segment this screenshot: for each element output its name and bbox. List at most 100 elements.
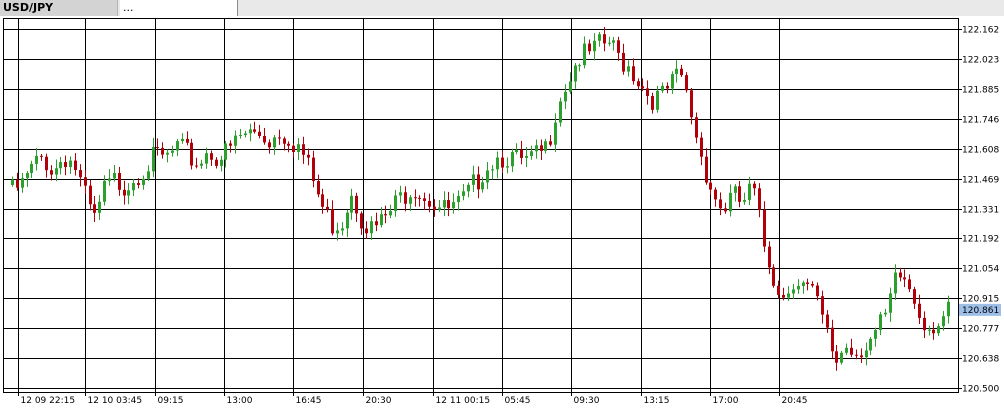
candle-body (278, 137, 281, 139)
candle-body (365, 228, 368, 234)
time-tick-label: 12 10 03:45 (88, 396, 143, 406)
candle-body (205, 153, 208, 164)
candle-body (263, 136, 266, 143)
candle-body (879, 314, 882, 330)
candle-body (661, 85, 664, 91)
candle-body (302, 144, 305, 155)
time-tick-label: 05:45 (505, 396, 531, 406)
candle-body (734, 186, 737, 193)
candle-body (690, 90, 693, 118)
plot-area (3, 18, 959, 393)
candle-body (89, 185, 92, 205)
candle-body (515, 149, 518, 153)
time-tick-label: 16:45 (296, 396, 322, 406)
candle-body (835, 351, 838, 363)
price-tick-label: 120.500 (962, 385, 999, 395)
candle-body (826, 314, 829, 328)
candle-body (389, 211, 392, 216)
candle-body (98, 201, 101, 213)
candle-body (447, 200, 450, 209)
candle-body (234, 135, 237, 146)
candle-body (787, 293, 790, 298)
candle-body (355, 195, 358, 214)
candle-body (292, 145, 295, 152)
time-axis: 12 09 22:15 12 10 03:45 09:15 13:00 16:45 20:… (18, 392, 808, 406)
candle-body (564, 91, 567, 102)
candle-body (50, 170, 53, 175)
candle-body (792, 289, 795, 294)
candle-body (724, 208, 727, 212)
candle-body (190, 142, 193, 166)
candle-body (637, 81, 640, 87)
candle-body (671, 74, 674, 89)
candle-body (118, 173, 121, 190)
candle-body (777, 285, 780, 295)
candle-body (709, 182, 712, 190)
candle-body (224, 143, 227, 160)
candle-body (171, 150, 174, 153)
candle-body (147, 171, 150, 179)
candle-body (268, 142, 271, 148)
candle-body (215, 159, 218, 166)
price-tick-label: 122.023 (962, 56, 999, 66)
candle-body (11, 179, 14, 186)
price-tick-label: 121.469 (962, 176, 999, 186)
candle-body (928, 329, 931, 331)
candle-body (816, 285, 819, 297)
candle-body (45, 156, 48, 171)
candle-body (729, 192, 732, 212)
candle-body (244, 133, 247, 136)
candle-body (855, 354, 858, 356)
candle-body (326, 206, 329, 210)
candle-body (738, 186, 741, 202)
candle-body (103, 180, 106, 202)
candle-body (409, 197, 412, 204)
candle-body (656, 90, 659, 110)
candle-body (646, 88, 649, 97)
candle-body (535, 145, 538, 152)
time-tick-label: 17:00 (713, 396, 739, 406)
time-tick-label: 20:45 (782, 396, 808, 406)
candle-body (93, 204, 96, 213)
candle-body (899, 272, 902, 278)
candle-body (840, 352, 843, 363)
candle-body (30, 163, 33, 174)
candle-body (113, 173, 116, 179)
price-axis: 122.162 122.023 121.885 121.746 121.608 121.4… (958, 26, 999, 395)
price-tick-label: 120.638 (962, 355, 999, 365)
price-tick-label: 121.608 (962, 146, 999, 156)
candle-body (433, 206, 436, 210)
candle-body (79, 170, 82, 178)
time-tick-label: 12 09 22:15 (21, 396, 76, 406)
candle-body (797, 285, 800, 290)
candle-body (680, 68, 683, 76)
candle-body (937, 326, 940, 334)
candle-body (26, 173, 29, 179)
candle-body (884, 312, 887, 315)
candle-body (64, 162, 67, 168)
candle-body (588, 43, 591, 52)
candle-body (418, 197, 421, 199)
candle-body (666, 85, 669, 89)
candle-body (404, 192, 407, 204)
candle-body (321, 194, 324, 207)
candle-body (486, 170, 489, 183)
candle-body (598, 34, 601, 41)
time-tick-label: 09:30 (574, 396, 600, 406)
candle-body (331, 209, 334, 234)
candle-body (477, 174, 480, 190)
candle-body (714, 189, 717, 200)
candle-body (123, 189, 126, 196)
candle-body (923, 317, 926, 331)
candle-body (132, 183, 135, 191)
candle-body (617, 40, 620, 53)
candle-body (772, 267, 775, 286)
candle-body (768, 246, 771, 268)
candle-body (947, 301, 950, 317)
candle-body (370, 221, 373, 234)
candle-body (273, 137, 276, 148)
candle-body (220, 159, 223, 166)
candle-body (903, 277, 906, 280)
candle-body (399, 192, 402, 196)
candlestick-chart: 122.162 122.023 121.885 121.746 121.608 121.4… (3, 18, 1001, 406)
